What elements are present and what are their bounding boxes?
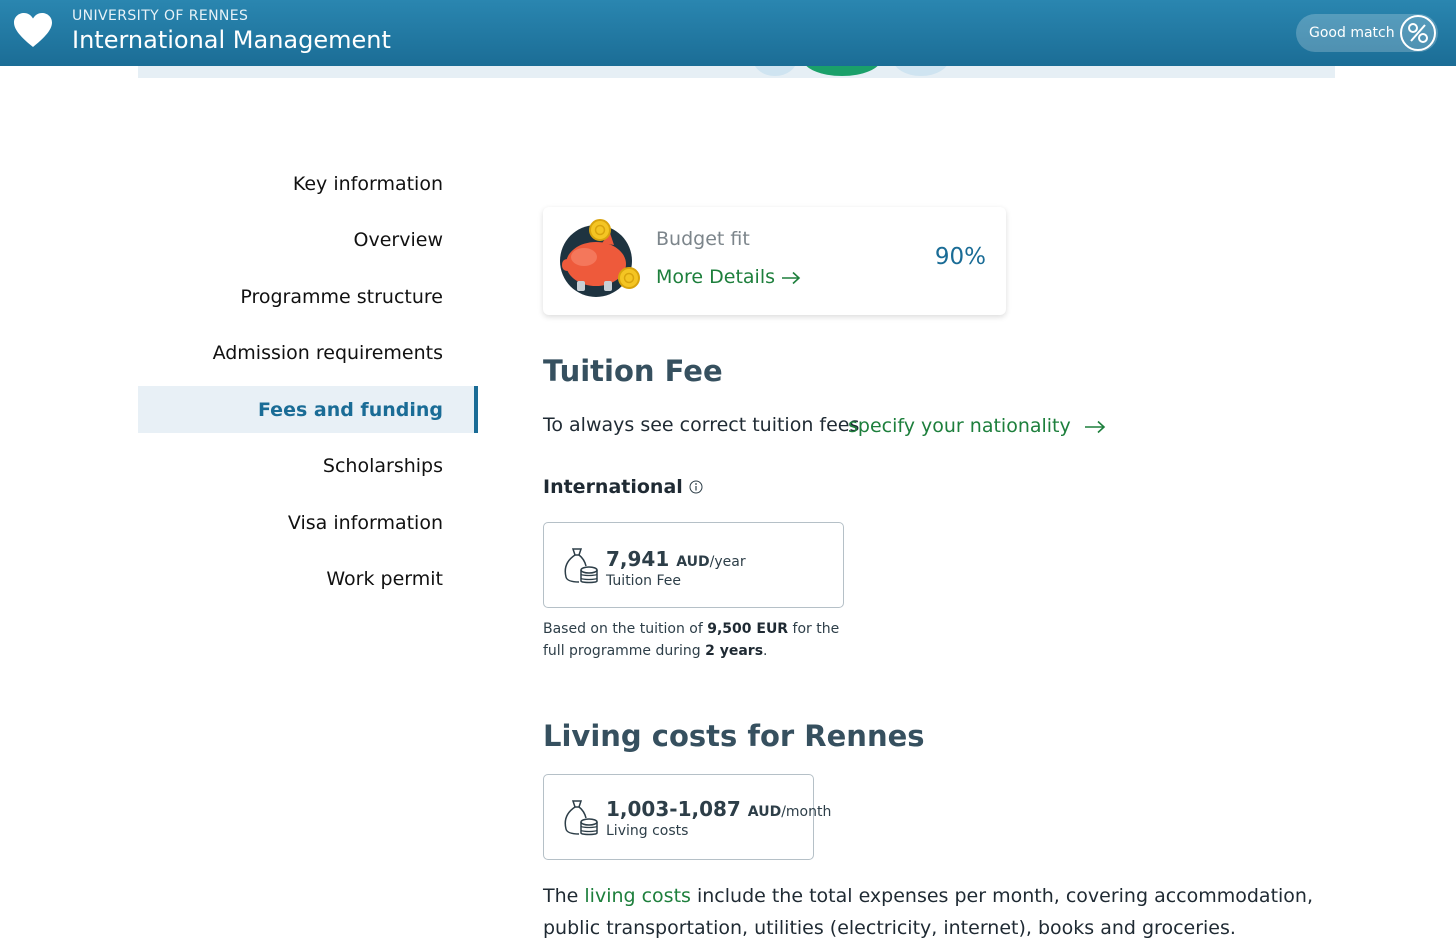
arrow-right-icon <box>782 271 801 284</box>
arrow-right-icon <box>1084 420 1105 433</box>
percent-icon <box>1400 15 1436 51</box>
tuition-fee-heading: Tuition Fee <box>543 354 723 388</box>
good-match-badge[interactable]: Good match <box>1296 14 1438 52</box>
money-bag-icon <box>564 548 598 584</box>
nav-item-work-permit[interactable]: Work permit <box>138 556 478 603</box>
nav-item-admission-requirements[interactable]: Admission requirements <box>138 330 478 377</box>
note-amount: 9,500 EUR <box>707 621 789 637</box>
heart-icon[interactable] <box>14 13 52 49</box>
scrolled-section-edge <box>138 66 1335 78</box>
nav-label: Visa information <box>287 511 443 534</box>
tuition-period: /year <box>709 554 746 570</box>
living-costs-link[interactable]: living costs <box>584 885 691 907</box>
university-name: UNIVERSITY OF RENNES <box>72 8 249 24</box>
budget-fit-value: 90% <box>934 244 986 270</box>
living-amount-value: 1,003-1,087 <box>606 797 741 821</box>
nav-item-key-information[interactable]: Key information <box>138 160 478 207</box>
living-costs-description: The living costs include the total expen… <box>543 880 1333 944</box>
international-text: International <box>543 476 683 498</box>
nav-label: Fees and funding <box>257 398 443 421</box>
note-suffix: . <box>763 643 768 659</box>
nationality-prompt: To always see correct tuition fees <box>543 414 860 436</box>
more-details-link[interactable]: More Details <box>656 266 801 288</box>
nav-label: Admission requirements <box>212 342 443 364</box>
living-period: /month <box>781 804 832 820</box>
living-costs-heading: Living costs for Rennes <box>543 719 925 753</box>
top-header: UNIVERSITY OF RENNES International Manag… <box>0 0 1456 66</box>
nav-item-visa-information[interactable]: Visa information <box>138 499 478 546</box>
living-costs-box: 1,003-1,087 AUD/month Living costs <box>543 774 831 860</box>
living-currency: AUD <box>747 804 782 820</box>
tuition-currency: AUD <box>676 554 710 570</box>
desc-prefix: The <box>543 885 579 907</box>
living-costs-amount: 1,003-1,087 AUD/month <box>606 797 831 821</box>
nav-label: Overview <box>353 229 443 251</box>
note-prefix: Based on the tuition of <box>543 621 703 637</box>
tuition-fee-amount: 7,941 AUD/year <box>606 547 746 571</box>
programme-title: International Management <box>72 26 391 54</box>
nav-label: Work permit <box>326 568 443 590</box>
piggy-bank-icon <box>560 219 640 297</box>
nav-label: Key information <box>292 172 443 195</box>
more-details-label: More Details <box>656 266 776 288</box>
tuition-amount-value: 7,941 <box>606 547 670 571</box>
nav-item-programme-structure[interactable]: Programme structure <box>138 273 478 320</box>
tuition-fee-box: 7,941 AUD/year Tuition Fee <box>543 522 844 608</box>
money-bag-icon <box>564 800 598 836</box>
info-icon[interactable] <box>689 480 703 494</box>
tuition-note: Based on the tuition of 9,500 EUR for th… <box>543 618 863 662</box>
budget-fit-card: Budget fit More Details 90% <box>543 207 1006 315</box>
specify-nationality-label: specify your nationality <box>848 415 1071 437</box>
specify-nationality-link[interactable]: specify your nationality <box>848 415 1107 437</box>
match-label: Good match <box>1309 25 1395 41</box>
tuition-fee-sublabel: Tuition Fee <box>606 573 681 589</box>
nav-label: Programme structure <box>240 285 443 308</box>
nav-item-fees-and-funding[interactable]: Fees and funding <box>138 386 478 433</box>
nav-item-overview[interactable]: Overview <box>138 217 478 264</box>
section-nav: Key information Overview Programme struc… <box>138 160 478 612</box>
living-costs-sublabel: Living costs <box>606 823 689 839</box>
budget-fit-label: Budget fit <box>656 228 750 250</box>
note-duration: 2 years <box>705 643 764 659</box>
nav-item-scholarships[interactable]: Scholarships <box>138 443 478 490</box>
nav-label: Scholarships <box>322 455 443 477</box>
international-label: International <box>543 476 703 498</box>
